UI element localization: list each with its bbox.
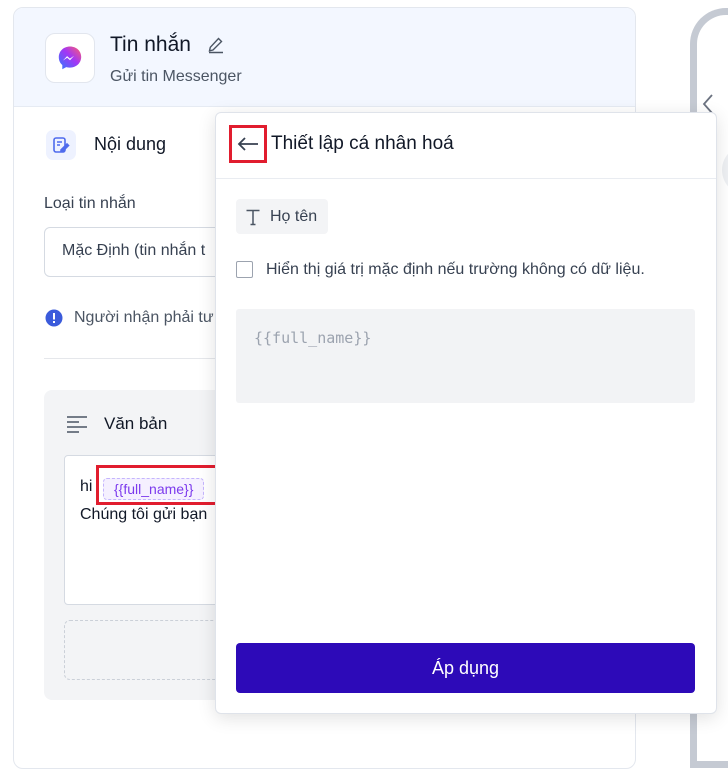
default-value-placeholder: {{full_name}}: [254, 329, 372, 347]
message-type-label: Loại tin nhắn: [44, 195, 136, 212]
arrow-left-icon: [237, 137, 258, 151]
text-type-icon: [246, 209, 260, 225]
node-subtitle: Gửi tin Messenger: [110, 68, 242, 85]
messenger-icon: [45, 33, 95, 83]
tag-highlight-box: [96, 465, 223, 505]
field-chip-label: Họ tên: [270, 207, 318, 225]
default-value-field[interactable]: {{full_name}}: [236, 309, 695, 403]
panel-header: Tin nhắn Gửi tin Messenger: [14, 8, 635, 107]
back-button[interactable]: [229, 125, 267, 163]
field-chip: Họ tên: [236, 199, 329, 234]
text-block-title: Văn bản: [104, 414, 168, 433]
preview-bubble: [722, 145, 728, 195]
popup-divider: [216, 178, 716, 179]
text-align-left-icon: [66, 415, 88, 438]
editor-line-1: hi: [80, 478, 93, 495]
default-value-checkbox[interactable]: [236, 261, 253, 278]
apply-button[interactable]: Áp dụng: [236, 643, 695, 693]
popup-title: Thiết lập cá nhân hoá: [271, 133, 454, 154]
pencil-icon[interactable]: [207, 36, 225, 59]
notice-text: Người nhận phải tư: [74, 309, 214, 326]
section-title: Nội dung: [94, 134, 167, 154]
personalization-popup: Thiết lập cá nhân hoá Họ tên Hiển thị gi…: [215, 112, 717, 714]
content-edit-icon: [46, 130, 76, 160]
node-title: Tin nhắn: [110, 33, 191, 56]
default-value-checkbox-label[interactable]: Hiển thị giá trị mặc định nếu trường khô…: [266, 261, 645, 279]
info-icon: [45, 309, 63, 332]
message-type-value: Mặc Định (tin nhắn t: [62, 242, 206, 259]
editor-line-2: Chúng tôi gửi bạn: [80, 506, 208, 523]
